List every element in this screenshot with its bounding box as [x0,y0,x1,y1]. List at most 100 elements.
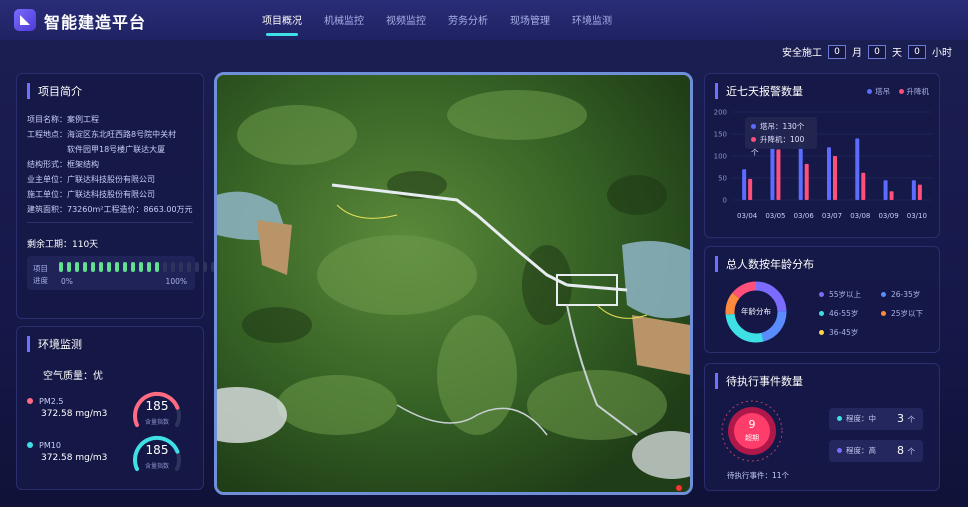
progress-segment [123,262,127,272]
project-owner: 业主单位：广联达科技股份有限公司 [27,175,155,184]
terrain-map-image [217,75,690,492]
tab-project-overview[interactable]: 项目概况 [262,12,302,36]
project-name: 项目名称：案例工程 [27,115,99,124]
level-count: 3 [897,412,904,425]
progress-segment [67,262,71,272]
age-legend-36-45: 36-45岁 [819,327,858,338]
tab-labor-analysis[interactable]: 劳务分析 [448,12,488,27]
progress-segment [163,262,167,272]
y-tick-label: 50 [718,175,727,183]
level-label: 程度：高 [846,446,876,455]
environment-panel: 环境监测 空气质量：优 PM2.5 372.58 mg/m3 185 含量指数 … [16,326,204,490]
progress-segment [179,262,183,272]
tab-machine-monitor[interactable]: 机械监控 [324,12,364,27]
bar-series-1[interactable] [911,180,916,200]
y-tick-label: 0 [723,197,727,205]
alarm-chart-panel: 近七天报警数量 塔吊 升降机 0 50 100 150 200 03/04 03/05 03/… [704,73,940,238]
x-tick-label: 03/06 [794,212,815,220]
pm25-value: 372.58 mg/m3 [41,409,108,419]
level-medium[interactable]: 程度：中 3 个 [829,408,923,430]
air-quality: 空气质量：优 [43,371,103,382]
age-legend-26-35: 26-35岁 [881,289,920,300]
progress-segment [147,262,151,272]
pm10-dot-icon [27,442,33,448]
progress-segment [155,262,159,272]
pm10-gauge: 185 含量指数 [129,431,185,475]
pm25-index: 185 [145,399,169,413]
panel-title: 总人数按年龄分布 [715,256,814,272]
age-distribution-panel: 总人数按年龄分布 年龄分布 55岁以上 26-35岁 46-55岁 25岁以下 … [704,246,940,353]
age-label: 25岁以下 [891,309,924,318]
age-legend-25under: 25岁以下 [881,308,923,319]
progress-segment [83,262,87,272]
x-tick-label: 03/09 [878,212,898,220]
alarm-ring-icon [721,400,783,462]
pm10-label: PM10 [39,441,61,450]
pm10-value: 372.58 mg/m3 [41,453,108,463]
x-tick-label: 03/08 [850,212,870,220]
y-tick-label: 150 [714,131,727,139]
progress-segment [91,262,95,272]
pm25-gauge: 185 含量指数 [129,387,185,431]
panel-title: 待执行事件数量 [715,373,803,389]
level-unit: 个 [907,447,916,456]
overdue-count: 9 [748,418,756,431]
project-info: 项目名称：案例工程 工程地点：海淀区东北旺西路8号院中关村 软件园甲18号楼广联… [27,112,193,217]
level-dot-icon [837,416,842,421]
bar-series-2[interactable] [748,178,753,200]
safety-hours: 0 [908,44,926,59]
day-unit: 天 [892,48,902,59]
bar-series-1[interactable] [883,180,888,200]
pm10-reading: PM10 372.58 mg/m3 [27,441,107,463]
divider [27,222,193,223]
project-structure: 结构形式：框架结构 [27,160,99,169]
progress-segment [115,262,119,272]
overdue-indicator: 9 超期 [719,398,785,464]
progress-segment [59,262,63,272]
age-label: 36-45岁 [829,328,859,337]
level-label: 程度：中 [846,414,876,423]
level-unit: 个 [907,415,916,424]
panel-title: 环境监测 [27,336,82,352]
bar-series-2[interactable] [917,184,922,200]
age-legend-55plus: 55岁以上 [819,289,861,300]
top-bar: 智能建造平台 项目概况 机械监控 视频监控 劳务分析 现场管理 环境监测 [0,0,968,40]
bar-series-1[interactable] [855,138,860,200]
tab-video-monitor[interactable]: 视频监控 [386,12,426,27]
project-location: 工程地点：海淀区东北旺西路8号院中关村 [27,130,177,139]
safety-days: 0 [868,44,886,59]
progress-segment [131,262,135,272]
progress-segment [171,262,175,272]
tab-environment[interactable]: 环境监测 [572,12,612,27]
progress-segment [107,262,111,272]
bar-series-2[interactable] [889,191,894,200]
bar-series-2[interactable] [861,172,866,200]
level-dot-icon [837,448,842,453]
chart-tooltip: 塔吊：130个 升降机：100个 [745,117,817,157]
y-tick-label: 100 [714,153,727,161]
level-high[interactable]: 程度：高 8 个 [829,440,923,462]
progress-segment [99,262,103,272]
tab-site-management[interactable]: 现场管理 [510,12,550,27]
progress-segment [195,262,199,272]
age-label: 26-35岁 [891,290,921,299]
pm25-label: PM2.5 [39,397,64,406]
panel-title: 项目简介 [27,83,82,99]
bar-series-2[interactable] [804,163,809,200]
x-tick-label: 03/10 [907,212,927,220]
safety-label: 安全施工 [782,48,822,59]
bar-series-2[interactable] [833,156,837,200]
month-unit: 月 [852,48,862,59]
bar-series-1[interactable] [827,147,831,200]
progress-segment [187,262,191,272]
pm10-index: 185 [145,443,169,457]
donut-center-label: 年龄分布 [741,307,771,316]
app-title: 智能建造平台 [44,13,147,32]
pm25-index-label: 含量指数 [144,419,169,426]
tooltip-series-1: 塔吊：130个 [760,122,805,131]
pm25-dot-icon [27,398,33,404]
progress-max: 100% [165,277,187,286]
pending-total: 待执行事件：11个 [727,471,790,480]
bar-series-1[interactable] [742,169,747,200]
site-map-view[interactable] [214,72,693,495]
